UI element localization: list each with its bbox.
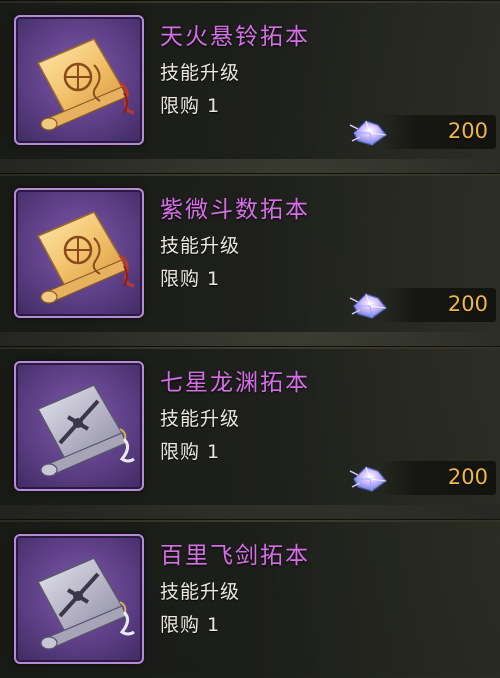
item-icon-frame[interactable] [14,361,144,491]
shop-item[interactable]: 七星龙渊拓本 技能升级 限购 1 200 [0,346,500,505]
item-name: 七星龙渊拓本 [160,370,310,396]
shop-item[interactable]: 百里飞剑拓本 技能升级 限购 1 [0,519,500,678]
item-price: 200 [447,292,488,316]
item-name: 紫微斗数拓本 [160,197,310,223]
gem-icon [349,293,387,319]
item-name: 百里飞剑拓本 [160,543,310,569]
purchase-limit: 限购 1 [160,268,221,290]
item-price: 200 [447,465,488,489]
shop-item[interactable]: 紫微斗数拓本 技能升级 限购 1 200 [0,173,500,332]
item-description: 技能升级 [160,62,241,84]
gem-icon [349,466,387,492]
gold-scroll-icon [36,211,135,304]
item-name: 天火悬铃拓本 [160,24,310,50]
item-description: 技能升级 [160,235,241,257]
purchase-limit: 限购 1 [160,614,221,636]
purchase-limit: 限购 1 [160,95,221,117]
silver-scroll-icon [36,557,135,650]
item-price: 200 [447,119,488,143]
shop-item-list: 天火悬铃拓本 技能升级 限购 1 200 紫微斗数拓本 技能升级 限购 1 20… [0,0,500,678]
gold-scroll-icon [36,38,135,131]
purchase-limit: 限购 1 [160,441,221,463]
item-description: 技能升级 [160,408,241,430]
silver-scroll-icon [36,384,135,477]
item-icon-frame[interactable] [14,188,144,318]
item-icon-frame[interactable] [14,534,144,664]
item-description: 技能升级 [160,581,241,603]
gem-icon [349,120,387,146]
shop-item[interactable]: 天火悬铃拓本 技能升级 限购 1 200 [0,0,500,159]
item-icon-frame[interactable] [14,15,144,145]
